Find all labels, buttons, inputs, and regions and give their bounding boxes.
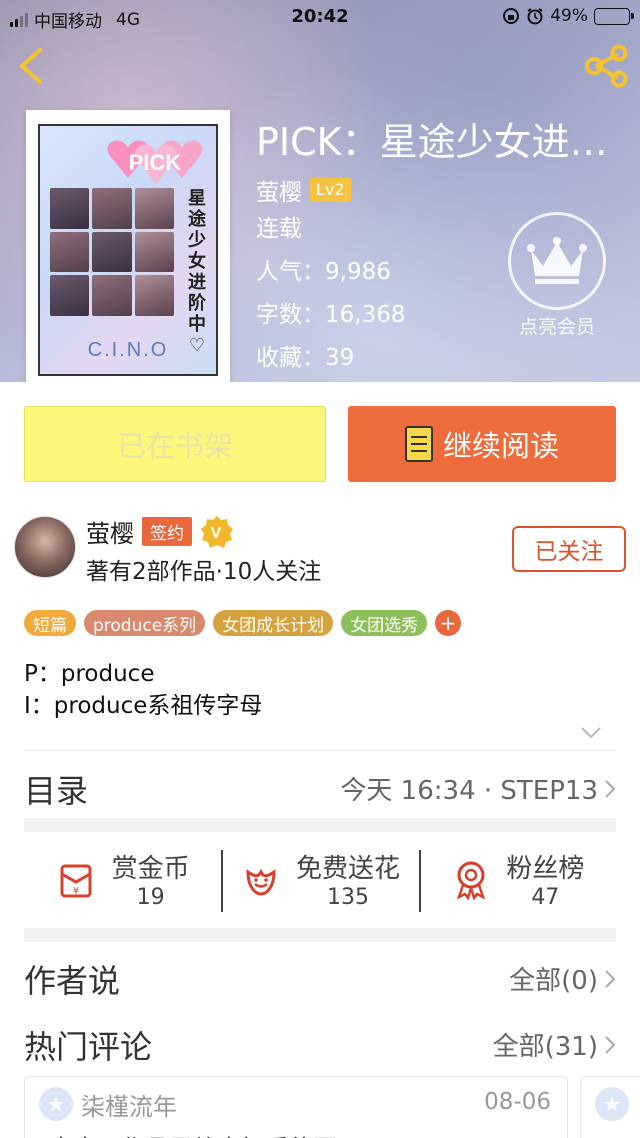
description-line: I：produce系祖传字母 bbox=[24, 693, 263, 719]
reward-coins-item[interactable]: ¥ 赏金币 19 bbox=[24, 834, 221, 924]
stat-value: 19 bbox=[136, 885, 165, 910]
tag-girl-group-growth[interactable]: 女团成长计划 bbox=[213, 610, 334, 636]
fan-rank-item[interactable]: 粉丝榜 47 bbox=[418, 834, 616, 924]
comment-card[interactable]: ★ 柒槿流年 08-06 太太，作品里放点好看的图吧 bbox=[24, 1076, 568, 1138]
battery-icon bbox=[594, 7, 634, 25]
hot-comments-all-link[interactable]: 全部(31) bbox=[493, 1026, 616, 1063]
author-name: 萤樱 bbox=[86, 520, 134, 548]
stat-value: 135 bbox=[326, 885, 369, 910]
comment-card[interactable]: ★ bbox=[580, 1076, 640, 1138]
flower-icon bbox=[246, 868, 276, 896]
share-button[interactable] bbox=[584, 44, 630, 88]
continue-reading-label: 继续阅读 bbox=[442, 429, 559, 463]
signed-badge: 签约 bbox=[142, 517, 192, 546]
cover-vertical-title: 星途少女进阶中♡ bbox=[188, 188, 206, 356]
cover-pick-text: PICK bbox=[129, 150, 182, 175]
rotation-lock-icon bbox=[503, 8, 520, 24]
comment-user[interactable]: 柒槿流年 bbox=[81, 1087, 177, 1122]
continue-reading-button[interactable]: 继续阅读 bbox=[348, 406, 616, 482]
expand-description-button[interactable] bbox=[580, 726, 602, 740]
catalog-latest: 今天 16:34 · STEP13 bbox=[340, 776, 598, 806]
crown-icon bbox=[527, 237, 587, 284]
battery-percent: 49% bbox=[550, 6, 588, 26]
add-tag-button[interactable]: + bbox=[435, 610, 462, 636]
verified-v-icon: V bbox=[201, 515, 233, 548]
vip-button[interactable]: 点亮会员 bbox=[502, 212, 612, 339]
word-count-value: 16,368 bbox=[325, 302, 406, 328]
followed-label: 已关注 bbox=[534, 539, 604, 565]
back-button[interactable] bbox=[14, 46, 48, 86]
hot-comments-title: 热门评论 bbox=[24, 1028, 153, 1066]
star-avatar-icon: ★ bbox=[39, 1087, 73, 1121]
author-says-all-link[interactable]: 全部(0) bbox=[509, 960, 616, 997]
tag-short[interactable]: 短篇 bbox=[24, 610, 76, 636]
cover-photo-grid bbox=[50, 188, 174, 316]
tag-produce-series[interactable]: produce系列 bbox=[84, 610, 206, 636]
book-author[interactable]: 萤樱 bbox=[256, 173, 302, 207]
hot-comments-all: 全部(31) bbox=[492, 1032, 598, 1062]
author-card[interactable]: 萤樱 签约 V 著有2部作品·10人关注 已关注 bbox=[14, 514, 626, 586]
section-divider bbox=[24, 928, 616, 942]
divider bbox=[24, 750, 616, 751]
author-says-title: 作者说 bbox=[24, 962, 121, 1000]
comment-text: 太太，作品里放点好看的图吧 bbox=[49, 1129, 361, 1138]
catalog-title: 目录 bbox=[24, 772, 89, 810]
author-says-all: 全部(0) bbox=[509, 966, 598, 996]
medal-icon bbox=[457, 861, 486, 900]
catalog-latest-link[interactable]: 今天 16:34 · STEP13 bbox=[340, 770, 616, 807]
book-header: 中国移动 4G 20:42 49% PICK 星途少女进阶中♡ C.I.N.O … bbox=[0, 0, 640, 382]
book-detail-body: 已在书架 继续阅读 萤樱 签约 V 著有2部作品·10人关注 已关注 短篇 pr… bbox=[0, 382, 640, 1138]
level-badge: Lv2 bbox=[310, 178, 351, 202]
author-stats: 著有2部作品·10人关注 bbox=[86, 559, 322, 585]
status-bar: 中国移动 4G 20:42 49% bbox=[0, 0, 640, 34]
alarm-icon bbox=[527, 8, 543, 25]
section-divider bbox=[24, 818, 616, 832]
vip-label: 点亮会员 bbox=[518, 316, 595, 338]
cover-pick-badge: PICK bbox=[107, 140, 203, 184]
avatar[interactable] bbox=[14, 516, 76, 578]
on-shelf-label: 已在书架 bbox=[116, 429, 233, 463]
free-flower-item[interactable]: 免费送花 135 bbox=[221, 834, 418, 924]
stat-value: 47 bbox=[531, 885, 560, 910]
favorites-line: 收藏：39 bbox=[256, 345, 355, 371]
book-icon bbox=[404, 426, 433, 462]
comment-date: 08-06 bbox=[484, 1089, 551, 1115]
star-avatar-icon: ★ bbox=[595, 1087, 629, 1121]
book-description: P：produce I：produce系祖传字母 bbox=[24, 658, 262, 722]
support-stats: ¥ 赏金币 19 免费送花 135 粉丝榜 47 bbox=[24, 834, 616, 924]
book-cover[interactable]: PICK 星途少女进阶中♡ C.I.N.O bbox=[26, 110, 230, 382]
on-shelf-button[interactable]: 已在书架 bbox=[24, 406, 326, 482]
cover-brand: C.I.N.O bbox=[87, 339, 169, 361]
stat-label: 免费送花 bbox=[295, 854, 400, 884]
chevron-right-icon bbox=[605, 1035, 616, 1054]
description-line: P：produce bbox=[24, 661, 155, 687]
svg-text:¥: ¥ bbox=[72, 886, 78, 897]
tag-list: 短篇 produce系列 女团成长计划 女团选秀 + bbox=[24, 610, 462, 636]
stat-label: 粉丝榜 bbox=[506, 854, 585, 884]
book-title: PICK：星途少女进阶中 bbox=[256, 120, 616, 164]
followed-button[interactable]: 已关注 bbox=[512, 526, 626, 572]
red-envelope-icon: ¥ bbox=[60, 864, 92, 898]
svg-text:V: V bbox=[211, 525, 222, 542]
stat-label: 赏金币 bbox=[111, 854, 190, 884]
popularity-value: 9,986 bbox=[325, 259, 391, 285]
favorites-value: 39 bbox=[325, 345, 355, 371]
chevron-right-icon bbox=[605, 779, 616, 798]
chevron-right-icon bbox=[605, 969, 616, 988]
tag-girl-group-audition[interactable]: 女团选秀 bbox=[341, 610, 428, 636]
